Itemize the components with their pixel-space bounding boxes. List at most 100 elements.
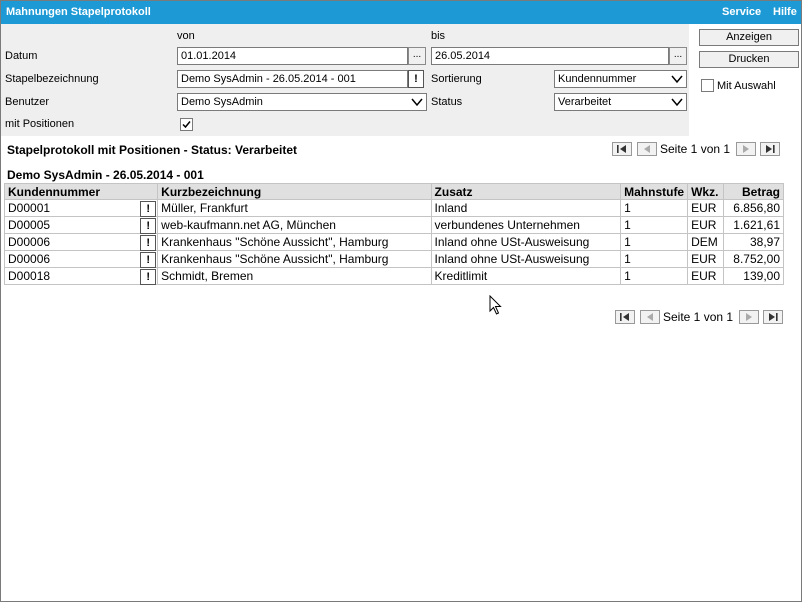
datum-von-input[interactable]: 01.01.2014 xyxy=(177,47,408,65)
next-page-icon xyxy=(746,313,752,321)
sortierung-label: Sortierung xyxy=(431,73,482,85)
cell-kundennummer: D00006! xyxy=(3,250,159,268)
last-page-button[interactable] xyxy=(760,142,780,156)
chevron-down-icon xyxy=(671,98,683,107)
check-icon xyxy=(182,121,191,129)
row-detail-button[interactable]: ! xyxy=(140,269,157,285)
benutzer-select[interactable]: Demo SysAdmin xyxy=(177,93,427,111)
stapel-lookup-button[interactable]: ! xyxy=(408,70,424,88)
filter-panel: von bis Datum 01.01.2014 ... 26.05.2014 … xyxy=(1,24,689,136)
title-bar: Mahnungen Stapelprotokoll Service Hilfe xyxy=(1,1,801,24)
anzeigen-button[interactable]: Anzeigen xyxy=(699,29,799,46)
cell-wkz: EUR xyxy=(687,216,725,234)
kundennummer-value: D00001 xyxy=(8,201,51,215)
cell-zusatz: verbundenes Unternehmen xyxy=(430,216,622,234)
col-betrag[interactable]: Betrag xyxy=(723,183,784,200)
next-page-button[interactable] xyxy=(739,310,759,324)
cell-kundennummer: D00018! xyxy=(3,267,159,285)
kundennummer-value: D00018 xyxy=(8,269,51,283)
mit-auswahl-label: Mit Auswahl xyxy=(717,80,776,92)
cell-mahnstufe: 1 xyxy=(620,216,689,234)
col-wkz[interactable]: Wkz. xyxy=(687,183,725,200)
positionen-checkbox[interactable] xyxy=(180,118,193,131)
col-kundennummer[interactable]: Kundennummer xyxy=(3,183,159,200)
group-title: Demo SysAdmin - 26.05.2014 - 001 xyxy=(7,168,204,182)
row-detail-button[interactable]: ! xyxy=(140,218,157,234)
table-row[interactable]: D00001! Müller, Frankfurt Inland 1 EUR 6… xyxy=(3,199,784,217)
sortierung-select[interactable]: Kundennummer xyxy=(554,70,687,88)
positionen-label: mit Positionen xyxy=(5,118,75,130)
mit-auswahl-checkbox[interactable] xyxy=(701,79,714,92)
status-select[interactable]: Verarbeitet xyxy=(554,93,687,111)
menu-service[interactable]: Service xyxy=(722,6,761,18)
col-zusatz[interactable]: Zusatz xyxy=(430,183,622,200)
first-page-button[interactable] xyxy=(612,142,632,156)
cell-mahnstufe: 1 xyxy=(620,233,689,251)
menu-hilfe[interactable]: Hilfe xyxy=(773,6,797,18)
window-title: Mahnungen Stapelprotokoll xyxy=(6,6,151,18)
table-row[interactable]: D00005! web-kaufmann.net AG, München ver… xyxy=(3,216,784,234)
previous-page-button[interactable] xyxy=(637,142,657,156)
pager-top: Seite 1 von 1 xyxy=(612,142,782,156)
stapel-label: Stapelbezeichnung xyxy=(5,73,99,85)
cell-betrag: 139,00 xyxy=(723,267,784,285)
cell-zusatz: Inland xyxy=(430,199,622,217)
pager-bottom: Seite 1 von 1 xyxy=(615,310,785,324)
cell-betrag: 1.621,61 xyxy=(723,216,784,234)
drucken-button[interactable]: Drucken xyxy=(699,51,799,68)
chevron-down-icon xyxy=(671,75,683,84)
cell-zusatz: Kreditlimit xyxy=(430,267,622,285)
previous-page-button[interactable] xyxy=(640,310,660,324)
table-row[interactable]: D00006! Krankenhaus "Schöne Aussicht", H… xyxy=(3,233,784,251)
first-page-icon xyxy=(620,313,629,321)
bis-label: bis xyxy=(431,30,446,42)
app-window: Mahnungen Stapelprotokoll Service Hilfe … xyxy=(0,0,802,602)
datum-von-picker-button[interactable]: ... xyxy=(408,47,426,65)
cell-kurzbezeichnung: web-kaufmann.net AG, München xyxy=(157,216,432,234)
mouse-cursor-icon xyxy=(489,295,502,315)
datum-bis-picker-button[interactable]: ... xyxy=(669,47,687,65)
cell-betrag: 6.856,80 xyxy=(723,199,784,217)
row-detail-button[interactable]: ! xyxy=(140,201,157,217)
report-heading: Stapelprotokoll mit Positionen - Status:… xyxy=(7,143,298,157)
last-page-button[interactable] xyxy=(763,310,783,324)
status-value: Verarbeitet xyxy=(558,96,612,108)
table-header-row: Kundennummer Kurzbezeichnung Zusatz Mahn… xyxy=(3,183,784,200)
cell-kurzbezeichnung: Müller, Frankfurt xyxy=(157,199,432,217)
row-detail-button[interactable]: ! xyxy=(140,252,157,268)
benutzer-label: Benutzer xyxy=(5,96,50,108)
page-indicator: Seite 1 von 1 xyxy=(663,310,734,324)
kundennummer-value: D00006 xyxy=(8,252,51,266)
chevron-down-icon xyxy=(411,98,423,107)
cell-kurzbezeichnung: Krankenhaus "Schöne Aussicht", Hamburg xyxy=(157,250,432,268)
last-page-icon xyxy=(769,313,778,321)
cell-mahnstufe: 1 xyxy=(620,267,689,285)
next-page-button[interactable] xyxy=(736,142,756,156)
cell-wkz: EUR xyxy=(687,250,725,268)
datum-bis-input[interactable]: 26.05.2014 xyxy=(431,47,669,65)
first-page-button[interactable] xyxy=(615,310,635,324)
last-page-icon xyxy=(766,145,775,153)
cell-kundennummer: D00006! xyxy=(3,233,159,251)
page-indicator: Seite 1 von 1 xyxy=(660,142,731,156)
first-page-icon xyxy=(617,145,626,153)
kundennummer-value: D00006 xyxy=(8,235,51,249)
col-kurzbezeichnung[interactable]: Kurzbezeichnung xyxy=(157,183,432,200)
cell-zusatz: Inland ohne USt-Ausweisung xyxy=(430,233,622,251)
cell-kundennummer: D00001! xyxy=(3,199,159,217)
cell-betrag: 8.752,00 xyxy=(723,250,784,268)
sortierung-value: Kundennummer xyxy=(558,73,637,85)
mahnungen-table: Kundennummer Kurzbezeichnung Zusatz Mahn… xyxy=(3,183,784,285)
row-detail-button[interactable]: ! xyxy=(140,235,157,251)
cell-wkz: DEM xyxy=(687,233,725,251)
cell-betrag: 38,97 xyxy=(723,233,784,251)
stapel-input[interactable]: Demo SysAdmin - 26.05.2014 - 001 xyxy=(177,70,408,88)
kundennummer-value: D00005 xyxy=(8,218,51,232)
table-row[interactable]: D00006! Krankenhaus "Schöne Aussicht", H… xyxy=(3,250,784,268)
table-row[interactable]: D00018! Schmidt, Bremen Kreditlimit 1 EU… xyxy=(3,267,784,285)
cell-wkz: EUR xyxy=(687,267,725,285)
von-label: von xyxy=(177,30,195,42)
datum-label: Datum xyxy=(5,50,38,62)
col-mahnstufe[interactable]: Mahnstufe xyxy=(620,183,689,200)
next-page-icon xyxy=(743,145,749,153)
